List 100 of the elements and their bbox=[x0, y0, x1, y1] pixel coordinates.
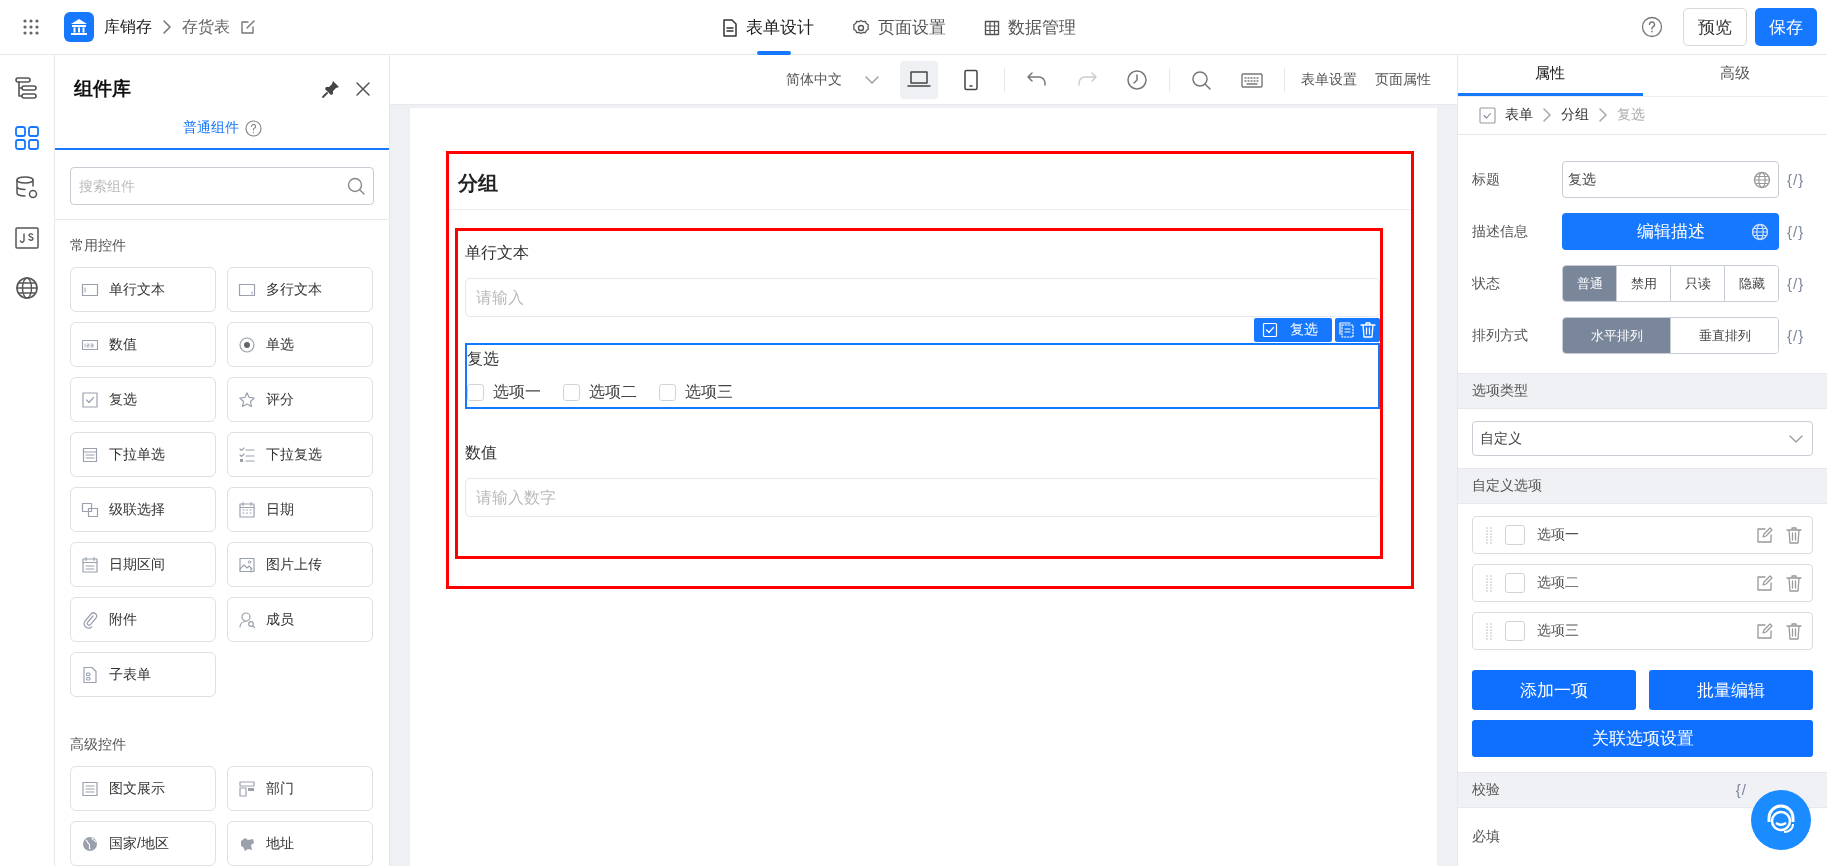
gear-icon bbox=[852, 18, 870, 37]
component-item[interactable]: 单选 bbox=[227, 322, 373, 367]
preview-button[interactable]: 预览 bbox=[1683, 8, 1747, 46]
input-field[interactable]: 请输入数字 bbox=[465, 478, 1380, 517]
component-item[interactable]: 成员 bbox=[227, 597, 373, 642]
help-icon bbox=[244, 119, 262, 137]
checkbox[interactable] bbox=[659, 384, 676, 401]
component-item[interactable]: 国家/地区 bbox=[70, 821, 216, 866]
trash-icon[interactable] bbox=[1786, 526, 1802, 545]
panel-tab[interactable]: 普通组件 bbox=[176, 118, 268, 139]
input-field[interactable]: 请输入 bbox=[465, 278, 1380, 317]
component-item[interactable]: 图文展示 bbox=[70, 766, 216, 811]
search-field[interactable]: 搜索组件 bbox=[70, 167, 374, 205]
panel-tab[interactable]: 属性 bbox=[1458, 55, 1643, 96]
segment-button[interactable]: 垂直排列 bbox=[1670, 318, 1778, 354]
support-button[interactable] bbox=[1751, 790, 1811, 850]
segment-button[interactable]: 隐藏 bbox=[1724, 266, 1778, 302]
checkbox[interactable] bbox=[563, 384, 580, 401]
chevron-down-icon bbox=[864, 74, 880, 85]
nav-tab[interactable]: 数据管理 bbox=[984, 0, 1076, 55]
pin-icon[interactable] bbox=[321, 78, 341, 99]
panel-tab[interactable]: 高级 bbox=[1642, 55, 1827, 96]
option-label: 选项一 bbox=[493, 382, 541, 402]
checkbox[interactable] bbox=[1505, 573, 1525, 594]
save-button[interactable]: 保存 bbox=[1755, 8, 1817, 46]
cascade-icon bbox=[81, 500, 99, 519]
component-item[interactable]: 地址 bbox=[227, 821, 373, 866]
search-icon[interactable] bbox=[1190, 68, 1214, 91]
component-item[interactable]: 下拉复选 bbox=[227, 432, 373, 477]
calendar-range-icon bbox=[81, 555, 99, 574]
component-item[interactable]: 复选 bbox=[70, 377, 216, 422]
toolbar-link[interactable]: 表单设置 bbox=[1299, 70, 1359, 89]
component-item[interactable]: 评分 bbox=[227, 377, 373, 422]
toolbar-link[interactable]: 页面属性 bbox=[1373, 70, 1433, 89]
history-icon[interactable] bbox=[1125, 68, 1149, 91]
option-action-button[interactable]: 批量编辑 bbox=[1649, 670, 1813, 711]
drag-handle-icon[interactable] bbox=[1485, 622, 1493, 641]
field-type-tag[interactable]: 复选 bbox=[1254, 318, 1332, 342]
nav-tab[interactable]: 表单设计 bbox=[722, 0, 814, 55]
app-name[interactable]: 库销存 bbox=[104, 16, 152, 38]
panel-title: 组件库 bbox=[74, 76, 132, 101]
segment-button[interactable]: 普通 bbox=[1563, 266, 1616, 302]
component-item[interactable]: 子表单 bbox=[70, 652, 216, 697]
breadcrumb-item[interactable]: 分组 bbox=[1561, 106, 1589, 125]
edit-icon[interactable] bbox=[1756, 526, 1774, 545]
components-icon[interactable] bbox=[14, 125, 40, 151]
department-icon bbox=[238, 779, 256, 798]
edit-description-button[interactable]: 编辑描述 bbox=[1562, 213, 1779, 251]
checkbox[interactable] bbox=[1505, 621, 1525, 642]
component-item[interactable]: 数值 bbox=[70, 322, 216, 367]
javascript-icon[interactable] bbox=[14, 225, 40, 251]
option-label: 选项一 bbox=[1537, 526, 1580, 545]
database-settings-icon[interactable] bbox=[14, 175, 40, 201]
option-type-select[interactable]: 自定义 bbox=[1472, 420, 1813, 457]
binding-toggle[interactable]: {/} bbox=[1787, 223, 1805, 241]
breadcrumb-item[interactable]: 表单 bbox=[1505, 106, 1533, 125]
binding-toggle[interactable]: {/} bbox=[1787, 171, 1805, 189]
component-item[interactable]: 日期 bbox=[227, 487, 373, 532]
component-item[interactable]: 部门 bbox=[227, 766, 373, 811]
globe-icon[interactable] bbox=[14, 275, 40, 301]
component-item[interactable]: 多行文本 bbox=[227, 267, 373, 312]
drag-handle-icon[interactable] bbox=[1485, 526, 1493, 545]
component-item[interactable]: 附件 bbox=[70, 597, 216, 642]
device-toggle[interactable] bbox=[900, 60, 938, 99]
group-title: 分组 bbox=[449, 154, 1411, 210]
table-icon bbox=[984, 19, 1000, 36]
outline-icon[interactable] bbox=[14, 75, 40, 101]
segment-button[interactable]: 水平排列 bbox=[1563, 318, 1670, 354]
language-select[interactable]: 简体中文 bbox=[780, 69, 886, 90]
component-item[interactable]: 图片上传 bbox=[227, 542, 373, 587]
component-item[interactable]: 下拉单选 bbox=[70, 432, 216, 477]
globe-icon bbox=[81, 834, 99, 853]
component-item[interactable]: 单行文本 bbox=[70, 267, 216, 312]
nav-tab[interactable]: 页面设置 bbox=[852, 0, 946, 55]
field-label: 复选 bbox=[467, 349, 500, 369]
trash-icon[interactable] bbox=[1786, 622, 1802, 641]
copy-icon[interactable] bbox=[1338, 321, 1356, 339]
app-grid-icon[interactable] bbox=[22, 18, 40, 36]
trash-icon[interactable] bbox=[1786, 574, 1802, 593]
edit-icon[interactable] bbox=[240, 19, 256, 35]
title-field[interactable]: 复选 bbox=[1562, 161, 1779, 199]
component-item[interactable]: 级联选择 bbox=[70, 487, 216, 532]
checkbox[interactable] bbox=[1505, 525, 1525, 546]
close-icon[interactable] bbox=[355, 80, 371, 97]
binding-toggle[interactable]: {/} bbox=[1787, 275, 1805, 293]
chevron-right-icon bbox=[1598, 107, 1608, 124]
checkbox-field[interactable]: 复选 选项一 选项二 选项三 bbox=[465, 343, 1380, 409]
page-name[interactable]: 存货表 bbox=[182, 16, 230, 38]
help-icon[interactable] bbox=[1641, 16, 1663, 38]
drag-handle-icon[interactable] bbox=[1485, 574, 1493, 593]
checkbox[interactable] bbox=[467, 384, 484, 401]
binding-toggle[interactable]: {/} bbox=[1787, 327, 1805, 345]
linked-options-button[interactable]: 关联选项设置 bbox=[1472, 720, 1813, 757]
checkbox-icon bbox=[1479, 106, 1496, 124]
edit-icon[interactable] bbox=[1756, 622, 1774, 641]
search-icon bbox=[347, 177, 365, 195]
paperclip-icon bbox=[81, 610, 99, 629]
component-item[interactable]: 日期区间 bbox=[70, 542, 216, 587]
edit-icon[interactable] bbox=[1756, 574, 1774, 593]
option-action-button[interactable]: 添加一项 bbox=[1472, 670, 1636, 711]
